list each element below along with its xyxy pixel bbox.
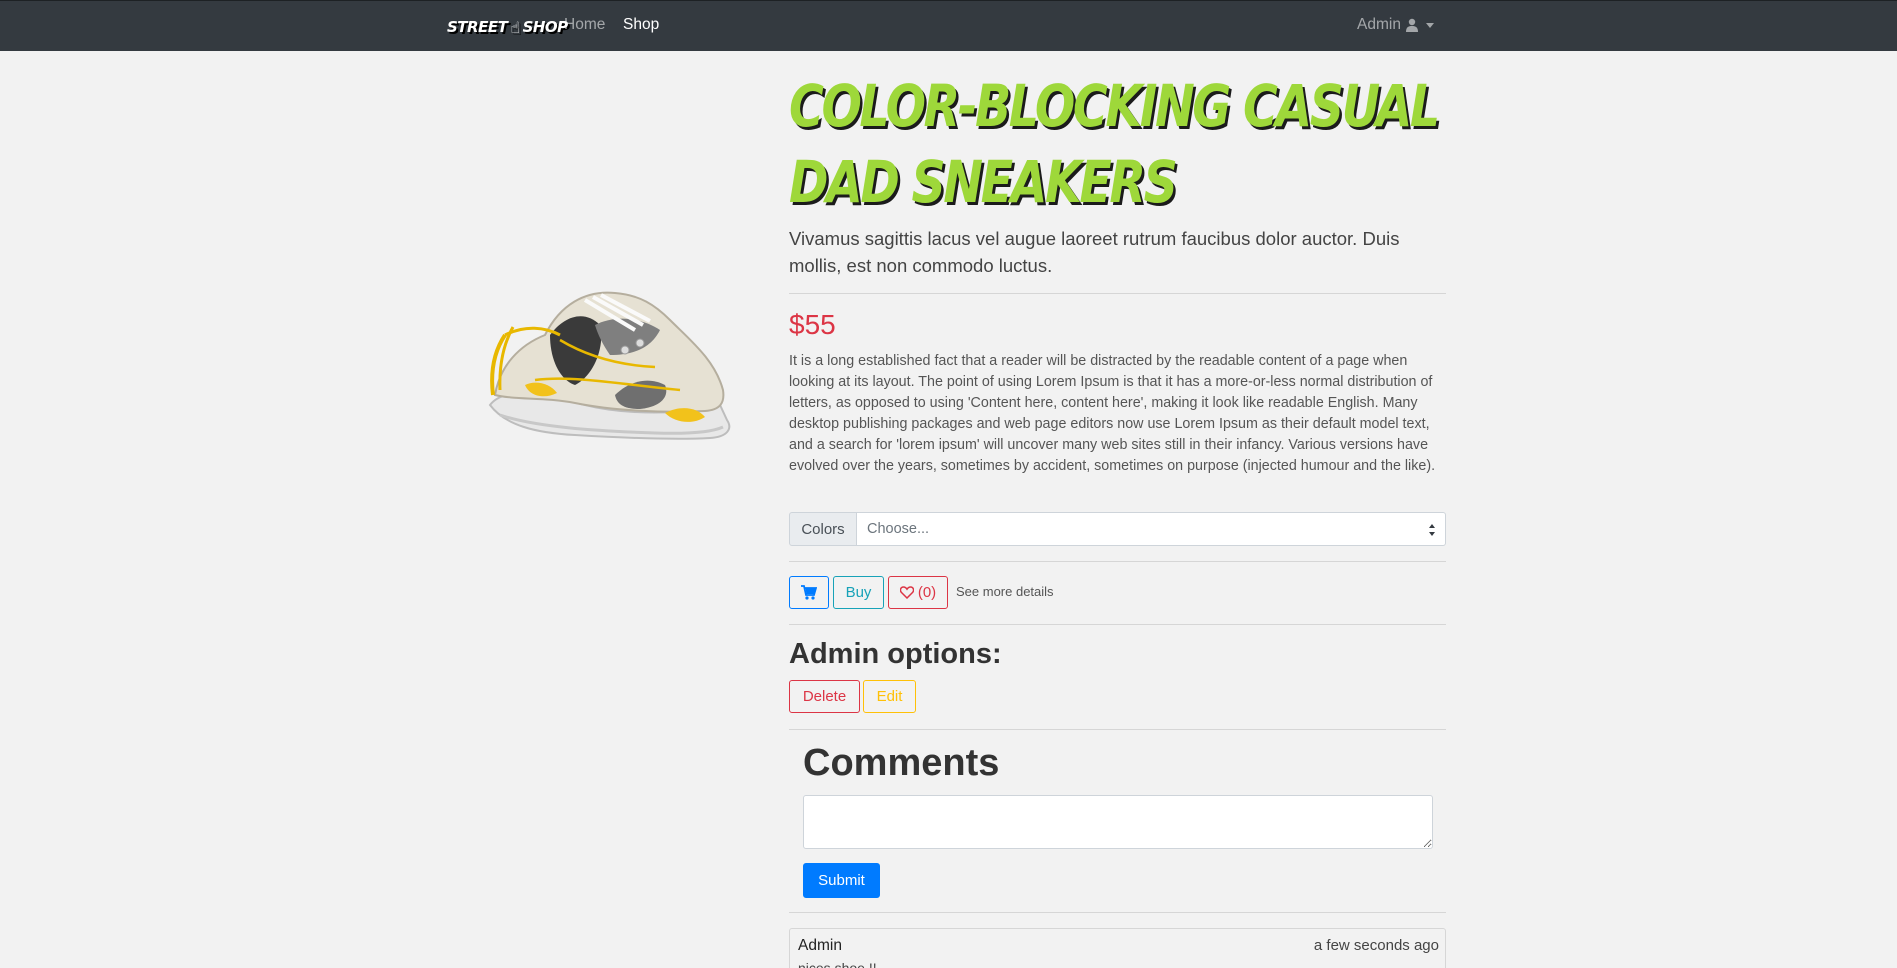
edit-button[interactable]: Edit (863, 680, 916, 713)
add-to-cart-button[interactable] (789, 576, 829, 609)
wishlist-button[interactable]: (0) (888, 576, 948, 609)
product-description: It is a long established fact that a rea… (789, 353, 1436, 474)
see-more-details-link[interactable]: See more details (956, 584, 1054, 599)
brand-text-street: STREET (447, 18, 508, 36)
admin-label: Admin (1357, 16, 1401, 33)
colors-label: Colors (789, 512, 857, 546)
comment-author: Admin (798, 937, 842, 954)
cart-icon (801, 585, 817, 600)
admin-dropdown-toggle[interactable]: Admin (1357, 16, 1434, 34)
divider (789, 912, 1446, 913)
navbar: STREET ☝ SHOP Home Shop Admin (0, 0, 1897, 51)
divider (789, 729, 1446, 730)
nav-shop-link[interactable]: Shop (623, 16, 659, 34)
chevron-down-icon (1425, 22, 1434, 28)
product-price: $55 (789, 309, 836, 340)
product-subtitle: Vivamus sagittis lacus vel augue laoreet… (789, 228, 1400, 276)
comment-timestamp: a few seconds ago (1313, 937, 1439, 954)
buy-button[interactable]: Buy (833, 576, 884, 609)
nav-home-link[interactable]: Home (564, 16, 605, 34)
pointing-hand-icon: ☝ (510, 17, 520, 37)
product-title: Color-Blocking Casual Dad Sneakers (789, 72, 1440, 216)
brand-logo[interactable]: STREET ☝ SHOP (447, 15, 568, 39)
divider (789, 293, 1446, 294)
wishlist-count: (0) (917, 584, 937, 601)
submit-comment-button[interactable]: Submit (803, 863, 880, 898)
delete-button[interactable]: Delete (789, 680, 860, 713)
colors-select[interactable]: Choose... (857, 512, 1446, 546)
comment-card: Admin a few seconds ago nices shoe !! (789, 928, 1446, 968)
comment-text: nices shoe !! (798, 960, 877, 968)
heart-icon (899, 586, 914, 599)
brand-text-shop: SHOP (522, 18, 569, 36)
colors-input-group: Colors Choose... (789, 512, 1446, 546)
colors-select-value: Choose... (867, 521, 930, 537)
comment-textarea[interactable] (803, 795, 1433, 849)
admin-options-heading: Admin options: (789, 638, 1002, 670)
divider (789, 561, 1446, 562)
select-arrows-icon (1429, 524, 1435, 536)
product-image (488, 291, 731, 440)
divider (789, 624, 1446, 625)
user-icon (1405, 18, 1418, 32)
comments-heading: Comments (803, 742, 1000, 784)
